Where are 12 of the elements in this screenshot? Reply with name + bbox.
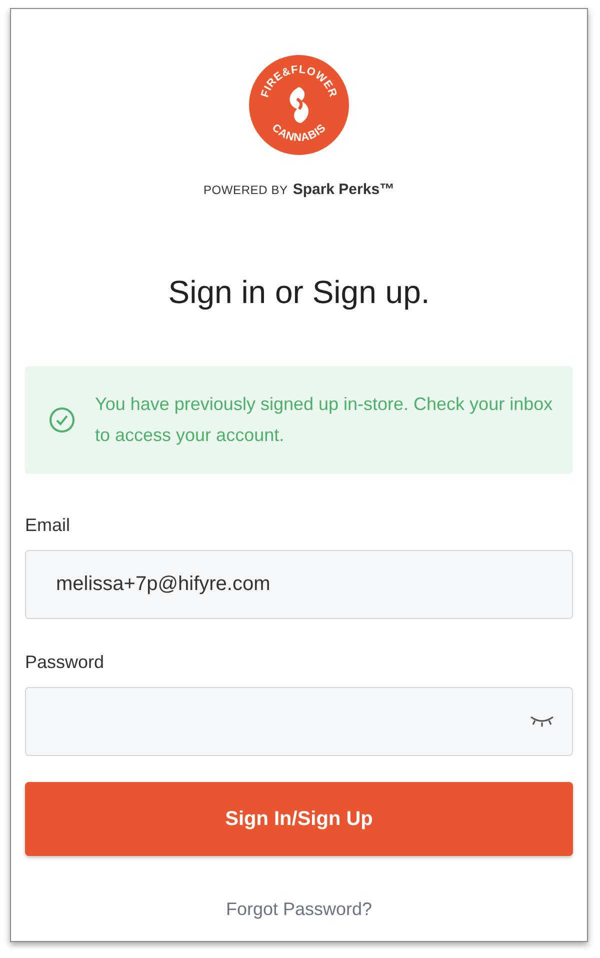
check-circle-icon [49,406,75,432]
email-field[interactable]: melissa+7p@hifyre.com [25,550,573,618]
powered-by-label: POWERED BY [203,182,288,199]
brand-name: Spark Perks™ [292,180,395,200]
field-label: Password [25,650,106,674]
forgot-password-link[interactable]: Forgot Password? [226,896,372,922]
page-heading: Sign in or Sign up. [168,272,430,312]
alert-message: You have previously signed up in-store. Check your inbox to access your account. [95,392,554,447]
field-label: Email [25,514,72,536]
sign-in-button[interactable]: Sign In/Sign Up [25,782,573,856]
password-field[interactable] [25,686,573,756]
eye-closed-icon[interactable] [529,714,555,726]
